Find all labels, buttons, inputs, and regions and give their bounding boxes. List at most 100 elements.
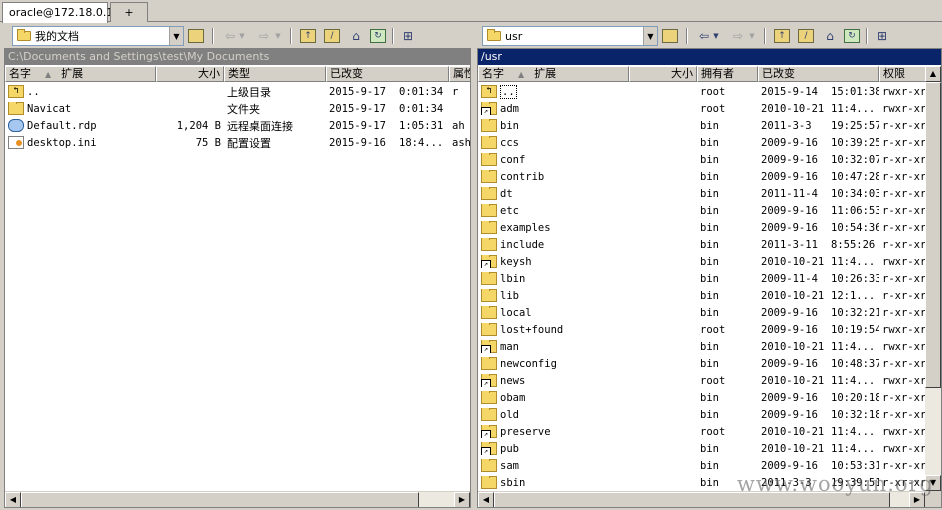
col-owner-label: 拥有者 bbox=[701, 67, 734, 80]
scroll-right-button[interactable]: ▶ bbox=[454, 492, 470, 507]
table-row[interactable]: ↰.. 上级目录 2015-9-17 0:01:34 r bbox=[5, 83, 470, 100]
file-name: bin bbox=[500, 119, 519, 132]
right-dir-combo-value: usr bbox=[505, 29, 523, 43]
right-back-dropdown[interactable]: ▼ bbox=[710, 27, 722, 45]
file-time: 0:01:34 bbox=[399, 102, 444, 115]
file-name: man bbox=[500, 340, 519, 353]
table-row[interactable]: adm root 2010-10-21 11:4... rwxr-xr- bbox=[478, 100, 927, 117]
chevron-down-icon[interactable]: ▼ bbox=[643, 27, 657, 45]
parent-dir-icon: ↑ bbox=[774, 29, 790, 43]
table-row[interactable]: keysh bin 2010-10-21 11:4... rwxr-xr- bbox=[478, 253, 927, 270]
back-arrow-icon: ⇦ bbox=[698, 29, 710, 43]
right-forward-dropdown[interactable]: ▼ bbox=[746, 27, 758, 45]
scroll-left-button[interactable]: ◀ bbox=[5, 492, 21, 507]
file-date: 2009-9-16 bbox=[761, 306, 818, 319]
left-forward-dropdown[interactable]: ▼ bbox=[272, 27, 284, 45]
file-name-cell: Navicat bbox=[5, 102, 156, 115]
file-owner: bin bbox=[700, 221, 719, 234]
col-attrs-header[interactable]: 属性 bbox=[449, 66, 470, 82]
right-open-folder-button[interactable] bbox=[660, 27, 680, 45]
table-row[interactable]: bin bin 2011-3-3 19:25:57r-xr-xr- bbox=[478, 117, 927, 134]
col-size-label: 大小 bbox=[671, 67, 693, 80]
table-row[interactable]: old bin 2009-9-16 10:32:18r-xr-xr- bbox=[478, 406, 927, 423]
folder-icon bbox=[481, 459, 497, 472]
table-row[interactable]: conf bin 2009-9-16 10:32:07r-xr-xr- bbox=[478, 151, 927, 168]
table-row[interactable]: examples bin 2009-9-16 10:54:36r-xr-xr- bbox=[478, 219, 927, 236]
right-home-button[interactable]: ⌂ bbox=[820, 27, 840, 45]
left-home-button[interactable]: ⌂ bbox=[346, 27, 366, 45]
file-name: .. bbox=[500, 84, 517, 99]
left-parent-dir-button[interactable]: ↑ bbox=[298, 27, 318, 45]
right-parent-dir-button[interactable]: ↑ bbox=[772, 27, 792, 45]
file-name-cell: preserve bbox=[478, 425, 629, 438]
file-name: keysh bbox=[500, 255, 532, 268]
file-time: 11:4... bbox=[831, 102, 876, 115]
col-modified-header[interactable]: 已改变 bbox=[326, 66, 449, 82]
table-row[interactable]: lib bin 2010-10-21 12:1... r-xr-xr- bbox=[478, 287, 927, 304]
table-row[interactable]: news root 2010-10-21 11:4... rwxr-xr- bbox=[478, 372, 927, 389]
right-dir-combo[interactable]: usr ▼ bbox=[482, 26, 658, 46]
col-modified-header[interactable]: 已改变 bbox=[758, 66, 879, 82]
new-tab-button[interactable]: + bbox=[110, 2, 148, 22]
file-time: 10:34:03 bbox=[831, 187, 879, 200]
table-row[interactable]: etc bin 2009-9-16 11:06:53r-xr-xr- bbox=[478, 202, 927, 219]
left-forward-button[interactable]: ⇨ bbox=[254, 27, 274, 45]
table-row[interactable]: dt bin 2011-11-4 10:34:03r-xr-xr- bbox=[478, 185, 927, 202]
scroll-left-button[interactable]: ◀ bbox=[478, 492, 494, 507]
scroll-up-button[interactable]: ▲ bbox=[925, 66, 941, 82]
file-name: dt bbox=[500, 187, 513, 200]
session-tab-strip: oracle@172.18.0.1 + bbox=[0, 0, 942, 23]
table-row[interactable]: preserve root 2010-10-21 11:4... rwxr-xr- bbox=[478, 423, 927, 440]
session-tab-oracle[interactable]: oracle@172.18.0.1 bbox=[2, 2, 113, 23]
col-perms-header[interactable]: 权限 bbox=[879, 66, 927, 82]
file-owner: bin bbox=[700, 306, 719, 319]
col-size-header[interactable]: 大小 bbox=[156, 66, 224, 82]
col-owner-header[interactable]: 拥有者 bbox=[697, 66, 758, 82]
toolbar-separator bbox=[290, 28, 292, 44]
left-drive-combo[interactable]: 我的文档 ▼ bbox=[12, 26, 184, 46]
table-row[interactable]: lost+found root 2009-9-16 10:19:54rwxr-xr- bbox=[478, 321, 927, 338]
left-tree-view-button[interactable]: ⊞ bbox=[398, 27, 418, 45]
table-row[interactable]: pub bin 2010-10-21 11:4... rwxr-xr- bbox=[478, 440, 927, 457]
right-forward-button[interactable]: ⇨ bbox=[728, 27, 748, 45]
table-row[interactable]: obam bin 2009-9-16 10:20:18r-xr-xr- bbox=[478, 389, 927, 406]
table-row[interactable]: desktop.ini 75 B 配置设置 2015-9-16 18:4... ash bbox=[5, 134, 471, 151]
col-name-header[interactable]: 名字 ▲ 扩展 bbox=[5, 66, 156, 82]
file-owner: bin bbox=[700, 136, 719, 149]
folder-icon bbox=[481, 476, 497, 489]
file-name: old bbox=[500, 408, 519, 421]
right-refresh-button[interactable]: ↻ bbox=[842, 27, 862, 45]
file-date: 2009-9-16 bbox=[761, 136, 818, 149]
right-root-dir-button[interactable]: / bbox=[796, 27, 816, 45]
col-size-header[interactable]: 大小 bbox=[629, 66, 697, 82]
left-back-dropdown[interactable]: ▼ bbox=[236, 27, 248, 45]
left-root-dir-button[interactable]: / bbox=[322, 27, 342, 45]
table-row[interactable]: lbin bin 2009-11-4 10:26:33r-xr-xr- bbox=[478, 270, 927, 287]
scroll-thumb[interactable] bbox=[925, 82, 941, 388]
chevron-down-icon: ▼ bbox=[275, 32, 281, 40]
file-time: 10:20:18 bbox=[831, 391, 879, 404]
remote-vertical-scrollbar[interactable]: ▲ ▼ bbox=[925, 66, 941, 491]
chevron-down-icon[interactable]: ▼ bbox=[169, 27, 183, 45]
table-row[interactable]: Default.rdp 1,204 B 远程桌面连接 2015-9-17 1:05:31… bbox=[5, 117, 470, 134]
scroll-thumb[interactable] bbox=[21, 492, 419, 507]
table-row[interactable]: contrib bin 2009-9-16 10:47:28r-xr-xr- bbox=[478, 168, 927, 185]
file-owner: bin bbox=[700, 153, 719, 166]
documents-folder-icon bbox=[17, 29, 31, 41]
table-row[interactable]: newconfig bin 2009-9-16 10:48:37r-xr-xr- bbox=[478, 355, 927, 372]
left-refresh-button[interactable]: ↻ bbox=[368, 27, 388, 45]
right-tree-view-button[interactable]: ⊞ bbox=[872, 27, 892, 45]
table-row[interactable]: ↰.. root 2015-9-14 15:01:38rwxr-xr- bbox=[478, 83, 927, 100]
local-horizontal-scrollbar[interactable]: ◀ ▶ bbox=[5, 491, 470, 507]
col-name-header[interactable]: 名字 ▲ 扩展 bbox=[478, 66, 629, 82]
table-row[interactable]: include bin 2011-3-11 8:55:26 r-xr-xr- bbox=[478, 236, 927, 253]
table-row[interactable]: Navicat 文件夹 2015-9-17 0:01:34 bbox=[5, 100, 470, 117]
table-row[interactable]: man bin 2010-10-21 11:4... rwxr-xr- bbox=[478, 338, 927, 355]
table-row[interactable]: ccs bin 2009-9-16 10:39:25r-xr-xr- bbox=[478, 134, 927, 151]
col-type-header[interactable]: 类型 bbox=[224, 66, 326, 82]
file-attrs: ash bbox=[452, 136, 471, 149]
table-row[interactable]: local bin 2009-9-16 10:32:21r-xr-xr- bbox=[478, 304, 927, 321]
left-open-folder-button[interactable] bbox=[186, 27, 206, 45]
file-time: 15:01:38 bbox=[831, 85, 879, 98]
file-time: 8:55:26 bbox=[831, 238, 876, 251]
